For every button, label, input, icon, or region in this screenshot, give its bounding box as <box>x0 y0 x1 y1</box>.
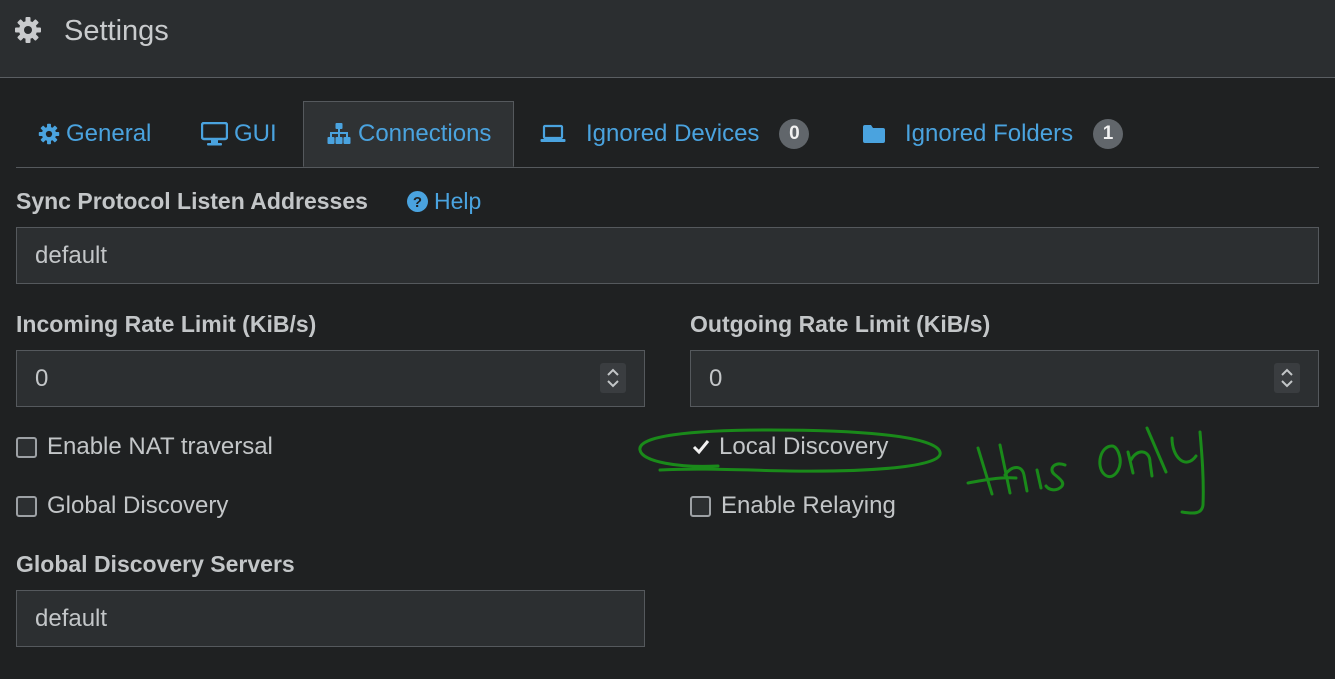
listen-addresses-label: Sync Protocol Listen Addresses <box>16 188 368 214</box>
ignored-devices-count-badge: 0 <box>779 119 810 149</box>
global-discovery-label: Global Discovery <box>47 492 229 519</box>
checkbox-box <box>16 436 37 458</box>
outgoing-rate-limit-value: 0 <box>709 364 723 392</box>
tab-general-label: General <box>66 120 152 147</box>
tab-ignored-devices-label: Ignored Devices <box>586 120 760 147</box>
incoming-rate-limit-value: 0 <box>35 364 49 392</box>
ignored-folders-count-badge: 1 <box>1093 119 1124 149</box>
sitemap-icon <box>327 123 351 144</box>
incoming-rate-spinner[interactable] <box>600 363 626 393</box>
svg-text:?: ? <box>413 194 422 211</box>
folder-icon <box>863 125 885 143</box>
listen-addresses-value: default <box>35 241 108 269</box>
monitor-icon <box>201 122 228 146</box>
help-link[interactable]: ? Help <box>407 187 481 215</box>
checkmark-icon <box>690 437 711 458</box>
page-header: Settings <box>0 0 1335 78</box>
tab-gui-label: GUI <box>234 120 277 147</box>
tab-ignored-folders[interactable]: Ignored Folders 1 <box>862 101 1124 167</box>
nat-traversal-label: Enable NAT traversal <box>47 433 273 460</box>
page-title: Settings <box>64 15 169 47</box>
local-discovery-label: Local Discovery <box>719 433 889 460</box>
incoming-rate-limit-input[interactable]: 0 <box>16 350 645 407</box>
tab-connections[interactable]: Connections <box>303 101 514 167</box>
settings-tabs: General GUI Connections Ignored Devices … <box>16 101 1319 168</box>
checkbox-box <box>16 495 37 517</box>
laptop-icon <box>540 124 566 142</box>
outgoing-rate-spinner[interactable] <box>1274 363 1300 393</box>
tab-ignored-folders-label: Ignored Folders <box>905 120 1074 147</box>
outgoing-rate-limit-label: Outgoing Rate Limit (KiB/s) <box>690 311 991 337</box>
gear-icon <box>15 17 41 43</box>
enable-relaying-label: Enable Relaying <box>721 492 896 519</box>
listen-addresses-input[interactable]: default <box>16 227 1319 284</box>
global-discovery-servers-label: Global Discovery Servers <box>16 551 295 577</box>
spinner-arrows-icon <box>1281 368 1293 388</box>
tab-ignored-devices[interactable]: Ignored Devices 0 <box>540 101 810 167</box>
tab-connections-label: Connections <box>358 120 492 147</box>
local-discovery-checkbox[interactable]: Local Discovery <box>690 432 888 462</box>
help-label: Help <box>434 187 482 214</box>
global-discovery-checkbox[interactable]: Global Discovery <box>16 491 228 521</box>
enable-relaying-checkbox[interactable]: Enable Relaying <box>690 491 896 521</box>
question-circle-icon: ? <box>407 190 428 212</box>
gear-icon <box>38 123 60 145</box>
incoming-rate-limit-label: Incoming Rate Limit (KiB/s) <box>16 311 317 337</box>
spinner-arrows-icon <box>607 368 619 388</box>
checkbox-box <box>690 495 711 517</box>
global-discovery-servers-input[interactable]: default <box>16 590 645 647</box>
global-discovery-servers-value: default <box>35 604 108 632</box>
tab-gui[interactable]: GUI <box>201 101 277 167</box>
outgoing-rate-limit-input[interactable]: 0 <box>690 350 1319 407</box>
nat-traversal-checkbox[interactable]: Enable NAT traversal <box>16 432 273 462</box>
tab-general[interactable]: General <box>38 101 151 167</box>
